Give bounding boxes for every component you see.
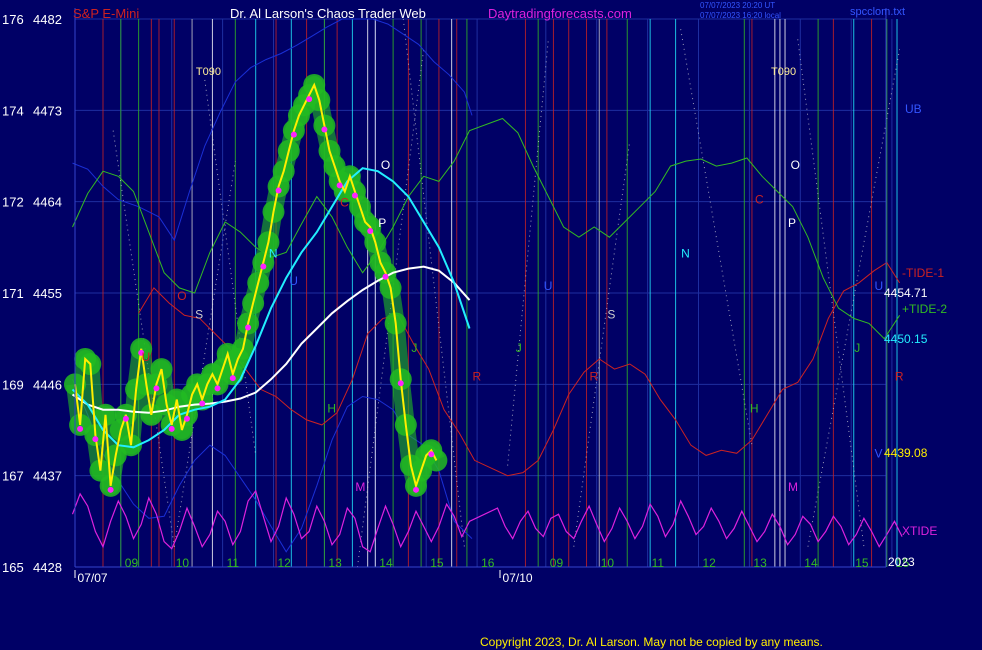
timestamp-ut: 07/07/2023 20:20 UT [700,1,775,10]
price-marker [382,273,389,280]
t090-label: T090 [771,66,796,78]
price-marker [351,192,358,199]
price-marker [428,451,435,458]
price-marker [183,415,190,422]
event-letter: J [411,341,417,355]
y-tick-left: 172 [2,195,24,210]
y-tick-price: 4446 [33,377,62,392]
event-letter: N [269,246,278,260]
event-letter: C [755,193,764,207]
event-letter: V [875,446,883,460]
y-tick-price: 4473 [33,103,62,118]
x-tick-label: 14 [379,556,393,570]
y-tick-price: 4464 [33,195,62,210]
price-marker [122,415,129,422]
y-tick-left: 165 [2,560,24,575]
price-marker [153,385,160,392]
data-filename: spcclom.txt [850,6,905,18]
event-letter: S [607,307,615,321]
label-slow-value: 4439.08 [884,446,928,460]
y-tick-left: 169 [2,377,24,392]
y-tick-price: 4437 [33,469,62,484]
price-marker [214,385,221,392]
label-ub: UB [905,102,922,116]
event-letter: M [788,480,798,494]
event-letter: U [544,279,553,293]
event-letter: P [378,216,386,230]
date-label: 07/07 [78,571,108,585]
chaos-trader-chart: T090 T090UOSNUHCMOPJRJURSNHCOPMJURV 176 44… [0,0,982,650]
y-tick-left: 176 [2,12,24,27]
event-letter: M [355,480,365,494]
event-letter: S [195,307,203,321]
event-letter: J [854,341,860,355]
event-letter: U [875,279,884,293]
event-letter: O [381,158,390,172]
x-tick-label: 15 [430,556,444,570]
x-tick-label: 09 [550,556,564,570]
x-tick-label: 14 [804,556,818,570]
x-tick-label: 16 [481,556,495,570]
price-marker [77,425,84,432]
x-tick-label: 13 [753,556,767,570]
y-tick-left: 171 [2,286,24,301]
event-letter: N [681,246,690,260]
instrument-title: S&P E-Mini [73,6,139,21]
event-letter: O [177,289,186,303]
price-marker [168,425,175,432]
price-marker [260,263,267,270]
event-letter: U [289,274,298,288]
x-tick-label: 10 [601,556,615,570]
price-marker [290,131,297,138]
price-marker [336,182,343,189]
x-tick-label: 12 [703,556,717,570]
year-label: 2023 [888,555,915,569]
t090-label: T090 [196,66,221,78]
y-tick-price: 4482 [33,12,62,27]
x-tick-label: 12 [278,556,292,570]
event-letter: R [472,369,481,383]
chart-background [0,0,982,650]
site-title: Dr. Al Larson's Chaos Trader Web [230,6,426,21]
date-label: 07/10 [503,571,533,585]
price-marker [229,375,236,382]
price-marker [321,126,328,133]
x-tick-label: 13 [328,556,342,570]
price-marker [275,187,282,194]
price-marker [367,228,374,235]
label-xtide: XTIDE [902,524,937,538]
event-letter: J [516,341,522,355]
y-tick-left: 174 [2,103,24,118]
x-tick-label: 11 [652,556,665,570]
price-marker [107,486,114,493]
x-tick-label: 11 [227,556,240,570]
y-tick-price: 4428 [33,560,62,575]
site-link[interactable]: Daytradingforecasts.com [488,6,632,21]
event-letter: C [340,196,349,210]
price-marker [245,324,252,331]
y-tick-left: 167 [2,469,24,484]
price-marker [306,96,313,103]
event-letter: P [788,216,796,230]
label-tide-minus-1: -TIDE-1 [902,266,944,280]
price-marker [397,380,404,387]
y-tick-price: 4455 [33,286,62,301]
label-fast-average-value: 4450.15 [884,332,928,346]
label-tide-plus-2: +TIDE-2 [902,302,947,316]
price-marker [413,486,420,493]
event-letter: H [750,402,759,416]
event-letter: R [590,369,599,383]
price-marker [92,436,99,443]
event-letter: R [895,369,904,383]
event-letter: U [142,350,151,364]
x-tick-label: 09 [125,556,139,570]
price-marker [199,400,206,407]
copyright-notice: Copyright 2023, Dr. Al Larson. May not b… [480,635,823,649]
event-letter: O [791,158,800,172]
timestamp-local: 07/07/2023 16:20 local [700,11,781,20]
x-tick-label: 10 [176,556,190,570]
x-tick-label: 15 [855,556,869,570]
label-last-price: 4454.71 [884,286,928,300]
event-letter: H [327,402,336,416]
